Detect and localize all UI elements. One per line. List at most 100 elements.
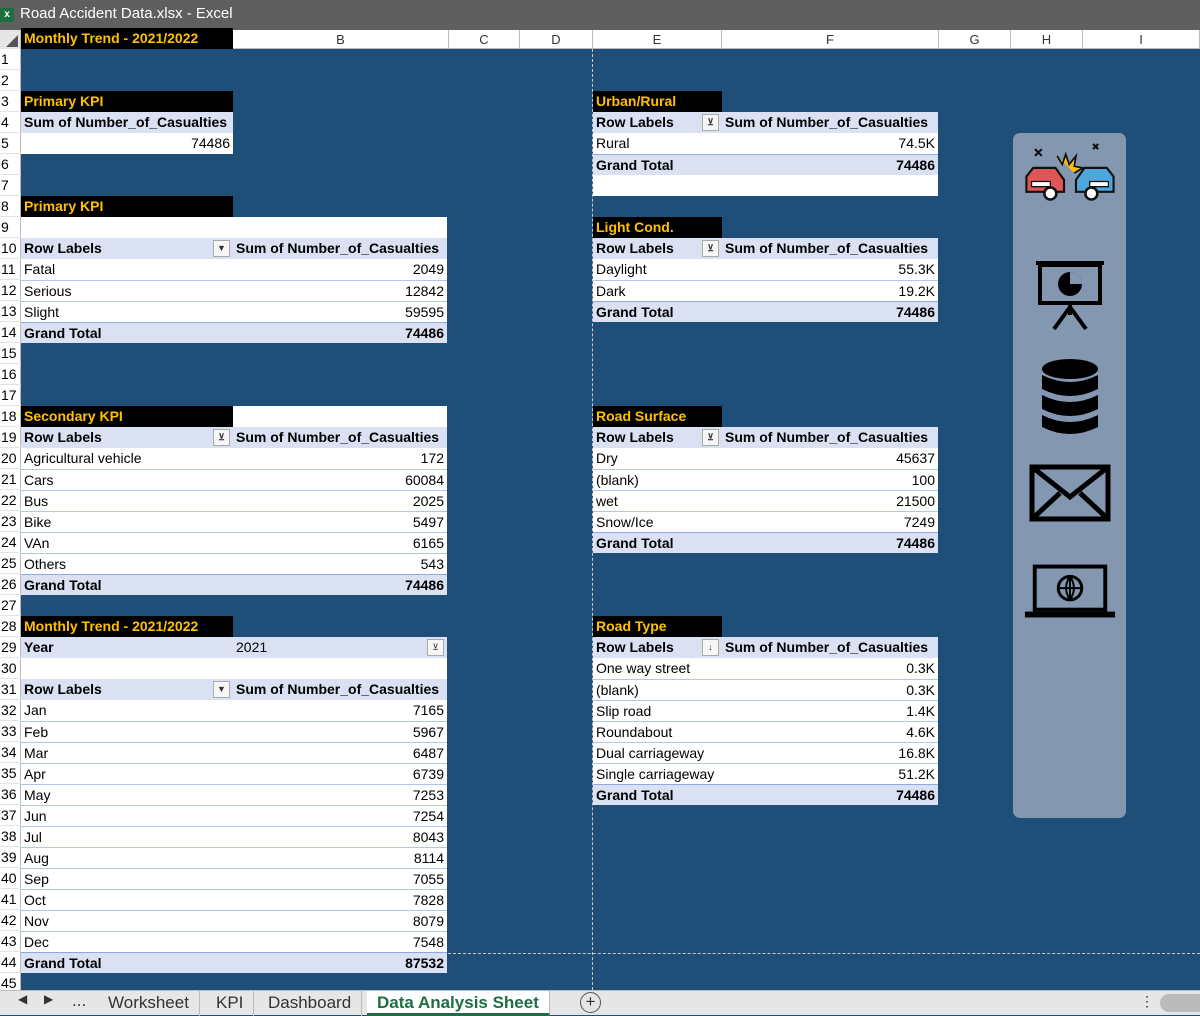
pivot-row-value[interactable]: 100 <box>722 469 938 490</box>
pivot-row-value[interactable]: 2049 <box>233 259 447 280</box>
filter-dropdown-icon[interactable]: ⊻ <box>702 240 719 257</box>
pivot-row-label[interactable]: Nov <box>21 910 233 931</box>
add-sheet-button[interactable]: + <box>580 992 601 1013</box>
filter-dropdown-icon[interactable]: ▼ <box>213 681 230 698</box>
row-header-39[interactable]: 39 <box>0 847 21 868</box>
pivot-title[interactable]: Road Surface <box>593 406 722 427</box>
pivot-row-value[interactable]: 12842 <box>233 280 447 301</box>
measure-header[interactable]: Sum of Number_of_Casualties <box>233 238 447 259</box>
row-header-36[interactable]: 36 <box>0 784 21 805</box>
row-header-26[interactable]: 26 <box>0 574 21 595</box>
pivot-row-label[interactable]: Fatal <box>21 259 233 280</box>
tab-kpi[interactable]: KPI <box>206 991 255 1016</box>
pivot-row-value[interactable]: 1.4K <box>722 700 938 721</box>
tab-more[interactable]: ... <box>72 991 86 1011</box>
row-header-40[interactable]: 40 <box>0 868 21 889</box>
row-header-16[interactable]: 16 <box>0 364 21 385</box>
row-header-44[interactable]: 44 <box>0 952 21 973</box>
scroll-left-icon[interactable]: ◀ <box>18 992 27 1006</box>
pivot-row-label[interactable]: Dec <box>21 931 233 952</box>
pivot-row-value[interactable]: 172 <box>233 448 447 469</box>
filter-dropdown-icon[interactable]: ⊻ <box>427 639 444 656</box>
grand-total-label[interactable]: Grand Total <box>21 574 233 595</box>
pivot-row-value[interactable]: 19.2K <box>722 280 938 301</box>
pivot-row-value[interactable]: 7253 <box>233 784 447 805</box>
row-header-9[interactable]: 9 <box>0 217 21 238</box>
column-header-F[interactable]: F <box>722 30 939 49</box>
pivot-row-value[interactable]: 7254 <box>233 805 447 826</box>
pivot-row-label[interactable]: Serious <box>21 280 233 301</box>
row-header-7[interactable]: 7 <box>0 175 21 196</box>
row-labels-header[interactable]: Row Labels ⊻ <box>21 427 233 448</box>
cell-empty[interactable] <box>233 406 447 427</box>
row-header-43[interactable]: 43 <box>0 931 21 952</box>
pivot-row-label[interactable]: VAn <box>21 532 233 553</box>
row-labels-header[interactable]: Row Labels ⊻ <box>593 238 722 259</box>
cell-empty[interactable] <box>21 217 447 238</box>
grand-total-value[interactable]: 74486 <box>722 532 938 553</box>
filter-dropdown-icon[interactable]: ⊻ <box>213 429 230 446</box>
row-header-34[interactable]: 34 <box>0 742 21 763</box>
pivot-row-label[interactable]: Dark <box>593 280 722 301</box>
pivot-row-label[interactable]: May <box>21 784 233 805</box>
grand-total-value[interactable]: 74486 <box>722 301 938 322</box>
tab-worksheet[interactable]: Worksheet <box>98 991 200 1016</box>
row-header-19[interactable]: 19 <box>0 427 21 448</box>
row-header-2[interactable]: 2 <box>0 70 21 91</box>
row-header-24[interactable]: 24 <box>0 532 21 553</box>
pivot-row-value[interactable]: 45637 <box>722 448 938 469</box>
filter-dropdown-icon[interactable]: ▼ <box>213 240 230 257</box>
column-header-H[interactable]: H <box>1011 30 1083 49</box>
pivot-row-label[interactable]: Jun <box>21 805 233 826</box>
pivot-row-label[interactable]: Bus <box>21 490 233 511</box>
filter-dropdown-icon[interactable]: ↓ <box>702 639 719 656</box>
pivot-row-label[interactable]: Mar <box>21 742 233 763</box>
pivot-row-value[interactable]: 8079 <box>233 910 447 931</box>
row-header-35[interactable]: 35 <box>0 763 21 784</box>
row-header-4[interactable]: 4 <box>0 112 21 133</box>
grand-total-label[interactable]: Grand Total <box>21 322 233 343</box>
measure-header[interactable]: Sum of Number_of_Casualties <box>233 679 447 700</box>
pivot-row-label[interactable]: Agricultural vehicle <box>21 448 233 469</box>
row-header-23[interactable]: 23 <box>0 511 21 532</box>
column-header-B[interactable]: B <box>233 30 449 49</box>
report-filter-value[interactable]: 2021 ⊻ <box>233 637 447 658</box>
row-header-13[interactable]: 13 <box>0 301 21 322</box>
grand-total-label[interactable]: Grand Total <box>593 154 722 175</box>
row-header-31[interactable]: 31 <box>0 679 21 700</box>
measure-header[interactable]: Sum of Number_of_Casualties <box>233 427 447 448</box>
grand-total-value[interactable]: 74486 <box>722 154 938 175</box>
car-crash-icon[interactable] <box>1023 133 1117 213</box>
measure-header[interactable]: Sum of Number_of_Casualties <box>722 238 938 259</box>
measure-header[interactable]: Sum of Number_of_Casualties <box>21 112 233 133</box>
grand-total-value[interactable]: 74486 <box>233 574 447 595</box>
pivot-title[interactable]: Secondary KPI <box>21 406 233 427</box>
pivot-row-label[interactable]: Jan <box>21 700 233 721</box>
row-header-42[interactable]: 42 <box>0 910 21 931</box>
pivot-row-value[interactable]: 7249 <box>722 511 938 532</box>
grand-total-value[interactable]: 87532 <box>233 952 447 973</box>
pivot-row-label[interactable]: Sep <box>21 868 233 889</box>
pivot-row-label[interactable]: Others <box>21 553 233 574</box>
tab-dashboard[interactable]: Dashboard <box>258 991 363 1016</box>
pivot-row-value[interactable]: 6739 <box>233 763 447 784</box>
row-header-32[interactable]: 32 <box>0 700 21 721</box>
pivot-row-value[interactable]: 8043 <box>233 826 447 847</box>
row-header-38[interactable]: 38 <box>0 826 21 847</box>
pivot-row-value[interactable]: 6165 <box>233 532 447 553</box>
row-header-30[interactable]: 30 <box>0 658 21 679</box>
pivot-row-value[interactable]: 543 <box>233 553 447 574</box>
pivot-row-value[interactable]: 74.5K <box>722 133 938 154</box>
row-header-8[interactable]: 8 <box>0 196 21 217</box>
pivot-row-value[interactable]: 21500 <box>722 490 938 511</box>
pivot-row-value[interactable]: 7165 <box>233 700 447 721</box>
row-labels-header[interactable]: Row Labels ▼ <box>21 238 233 259</box>
row-labels-header[interactable]: Row Labels ⊻ <box>593 112 722 133</box>
row-header-27[interactable]: 27 <box>0 595 21 616</box>
horizontal-scrollbar[interactable] <box>1160 994 1200 1012</box>
pivot-row-label[interactable]: wet <box>593 490 722 511</box>
grand-total-label[interactable]: Grand Total <box>593 784 722 805</box>
pivot-title[interactable]: Primary KPI <box>21 196 233 217</box>
pivot-row-label[interactable]: Dry <box>593 448 722 469</box>
pivot-row-label[interactable]: Dual carriageway <box>593 742 722 763</box>
